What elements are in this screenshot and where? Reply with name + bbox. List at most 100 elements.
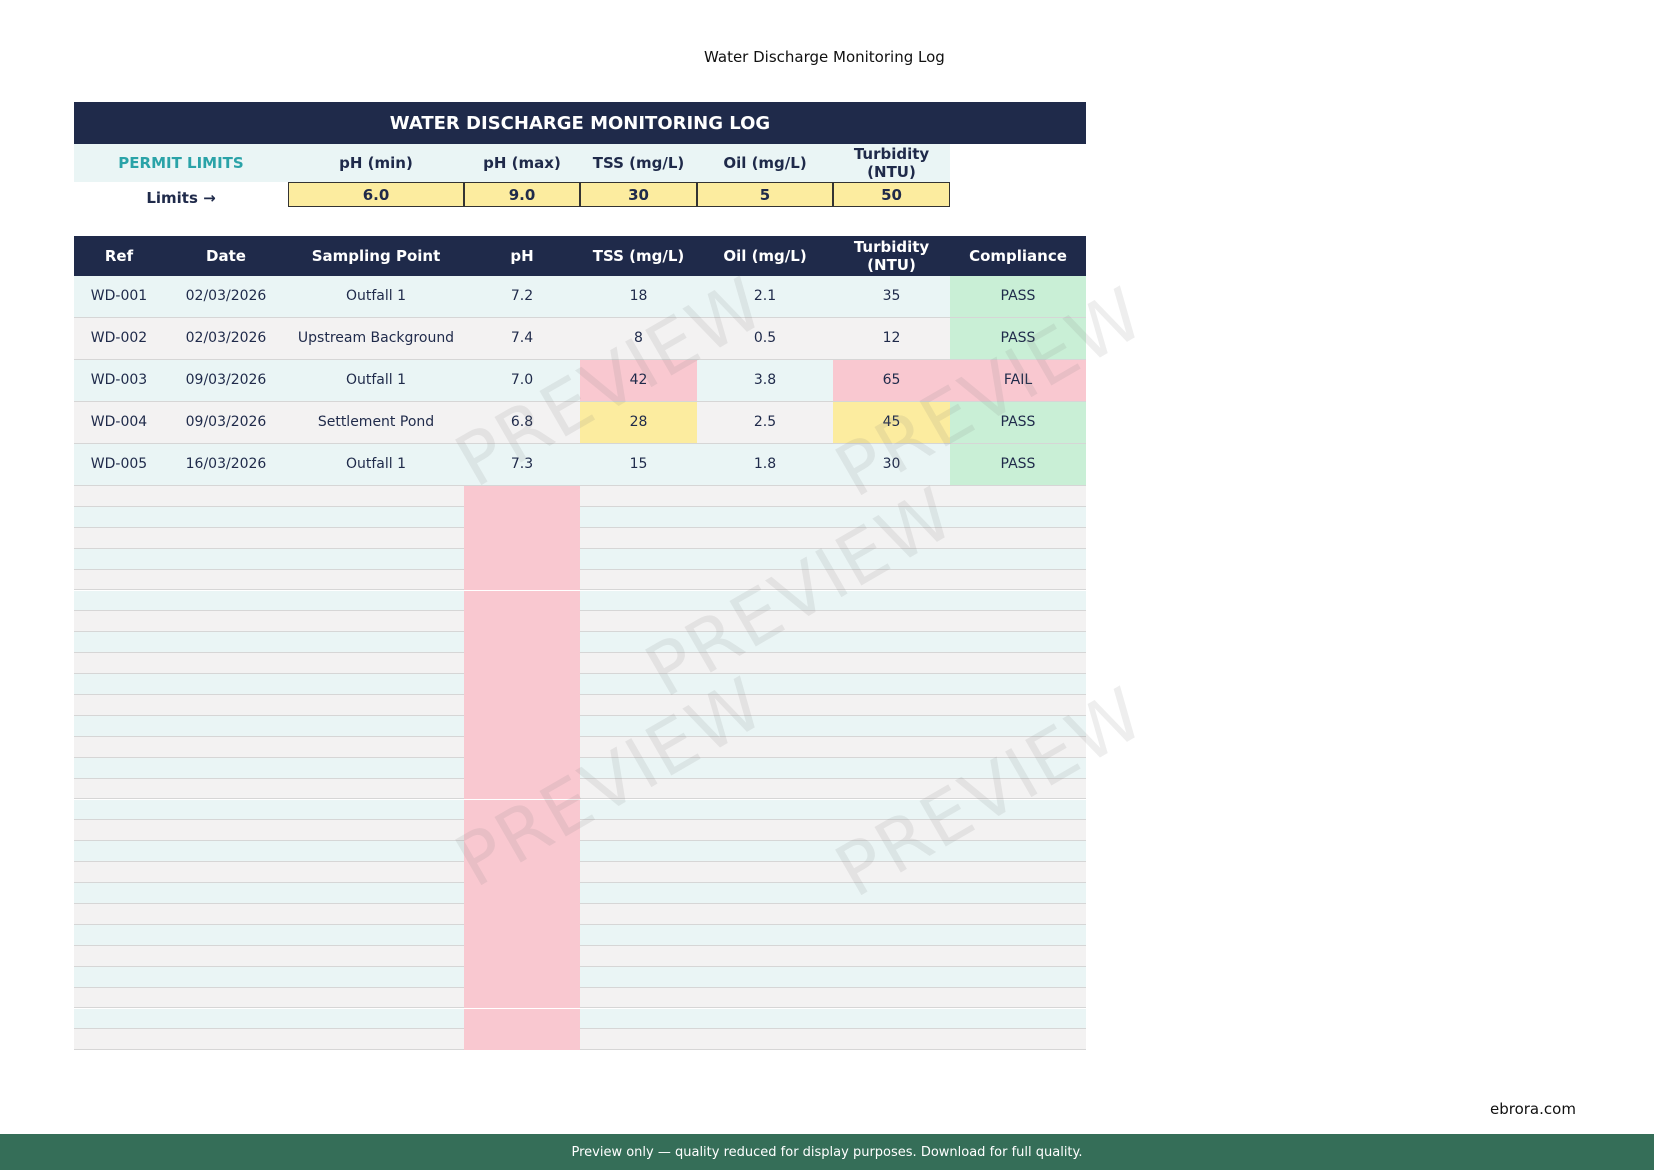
page-header-text: Water Discharge Monitoring Log <box>704 48 945 66</box>
limit-header-4: Turbidity (NTU) <box>833 144 950 182</box>
empty-ph-cell <box>464 883 580 904</box>
column-header-3: pH <box>464 236 580 276</box>
empty-ph-cell <box>464 1008 580 1030</box>
empty-ph-cell <box>464 506 580 528</box>
date-cell: 09/03/2026 <box>164 360 288 402</box>
column-header-6: Turbidity (NTU) <box>833 236 950 276</box>
limit-value-1: 9.0 <box>464 182 580 207</box>
date-cell: 02/03/2026 <box>164 276 288 318</box>
limit-value-4: 50 <box>833 182 950 207</box>
column-header-1: Date <box>164 236 288 276</box>
ref-cell: WD-002 <box>74 318 164 360</box>
ref-cell: WD-001 <box>74 276 164 318</box>
empty-ph-cell <box>464 820 580 842</box>
empty-row <box>74 715 1086 737</box>
limit-header-1: pH (max) <box>464 144 580 182</box>
limit-header-0: pH (min) <box>288 144 464 182</box>
column-header-4: TSS (mg/L) <box>580 236 697 276</box>
ref-cell: WD-005 <box>74 444 164 486</box>
ph-cell: 7.2 <box>464 276 580 318</box>
ph-cell: 7.4 <box>464 318 580 360</box>
empty-ph-cell <box>464 778 580 800</box>
turbidity-cell: 45 <box>833 402 950 444</box>
compliance-cell: PASS <box>950 318 1086 360</box>
empty-ph-cell <box>464 695 580 716</box>
date-cell: 09/03/2026 <box>164 402 288 444</box>
ref-cell: WD-004 <box>74 402 164 444</box>
limit-header-3: Oil (mg/L) <box>697 144 833 182</box>
empty-row <box>74 548 1086 570</box>
empty-ph-cell <box>464 486 580 507</box>
empty-ph-cell <box>464 987 580 1009</box>
tss-cell: 18 <box>580 276 697 318</box>
empty-row <box>74 924 1086 946</box>
turbidity-cell: 30 <box>833 444 950 486</box>
tss-cell: 8 <box>580 318 697 360</box>
empty-ph-cell <box>464 527 580 549</box>
empty-row <box>74 820 1086 842</box>
preview-footer-text: Preview only — quality reduced for displ… <box>571 1144 1083 1160</box>
oil-cell: 2.1 <box>697 276 833 318</box>
empty-ph-cell <box>464 1029 580 1051</box>
empty-row <box>74 590 1086 612</box>
empty-row <box>74 695 1086 716</box>
empty-row <box>74 799 1086 821</box>
tss-cell: 28 <box>580 402 697 444</box>
empty-row <box>74 841 1086 863</box>
empty-ph-cell <box>464 674 580 695</box>
limit-value-3: 5 <box>697 182 833 207</box>
sampling-point-cell: Outfall 1 <box>288 276 464 318</box>
turbidity-cell: 65 <box>833 360 950 402</box>
empty-row <box>74 632 1086 654</box>
empty-row <box>74 883 1086 904</box>
ref-cell: WD-003 <box>74 360 164 402</box>
compliance-cell: PASS <box>950 444 1086 486</box>
empty-ph-cell <box>464 653 580 675</box>
log-title: WATER DISCHARGE MONITORING LOG <box>74 102 1086 144</box>
empty-row <box>74 569 1086 591</box>
turbidity-cell: 35 <box>833 276 950 318</box>
empty-ph-cell <box>464 590 580 612</box>
empty-ph-cell <box>464 799 580 821</box>
preview-footer: Preview only — quality reduced for displ… <box>0 1134 1654 1170</box>
empty-ph-cell <box>464 569 580 591</box>
empty-row <box>74 653 1086 675</box>
ph-cell: 7.0 <box>464 360 580 402</box>
empty-ph-cell <box>464 945 580 967</box>
empty-ph-cell <box>464 757 580 779</box>
tss-cell: 15 <box>580 444 697 486</box>
empty-ph-cell <box>464 904 580 925</box>
oil-cell: 2.5 <box>697 402 833 444</box>
empty-ph-cell <box>464 841 580 863</box>
empty-ph-cell <box>464 548 580 570</box>
empty-row <box>74 527 1086 549</box>
sampling-point-cell: Outfall 1 <box>288 360 464 402</box>
empty-row <box>74 945 1086 967</box>
column-header-7: Compliance <box>950 236 1086 276</box>
empty-row <box>74 757 1086 779</box>
empty-row <box>74 506 1086 528</box>
empty-row <box>74 736 1086 758</box>
turbidity-cell: 12 <box>833 318 950 360</box>
limit-value-2: 30 <box>580 182 697 207</box>
empty-row <box>74 1008 1086 1030</box>
oil-cell: 1.8 <box>697 444 833 486</box>
empty-row <box>74 778 1086 800</box>
empty-ph-cell <box>464 611 580 633</box>
empty-ph-cell <box>464 966 580 988</box>
empty-ph-cell <box>464 862 580 884</box>
column-header-5: Oil (mg/L) <box>697 236 833 276</box>
ph-cell: 7.3 <box>464 444 580 486</box>
date-cell: 16/03/2026 <box>164 444 288 486</box>
ph-cell: 6.8 <box>464 402 580 444</box>
column-header-2: Sampling Point <box>288 236 464 276</box>
limit-value-0: 6.0 <box>288 182 464 207</box>
empty-row <box>74 486 1086 507</box>
oil-cell: 0.5 <box>697 318 833 360</box>
empty-ph-cell <box>464 736 580 758</box>
empty-row <box>74 1029 1086 1051</box>
column-header-0: Ref <box>74 236 164 276</box>
empty-ph-cell <box>464 924 580 946</box>
tss-cell: 42 <box>580 360 697 402</box>
empty-row <box>74 966 1086 988</box>
